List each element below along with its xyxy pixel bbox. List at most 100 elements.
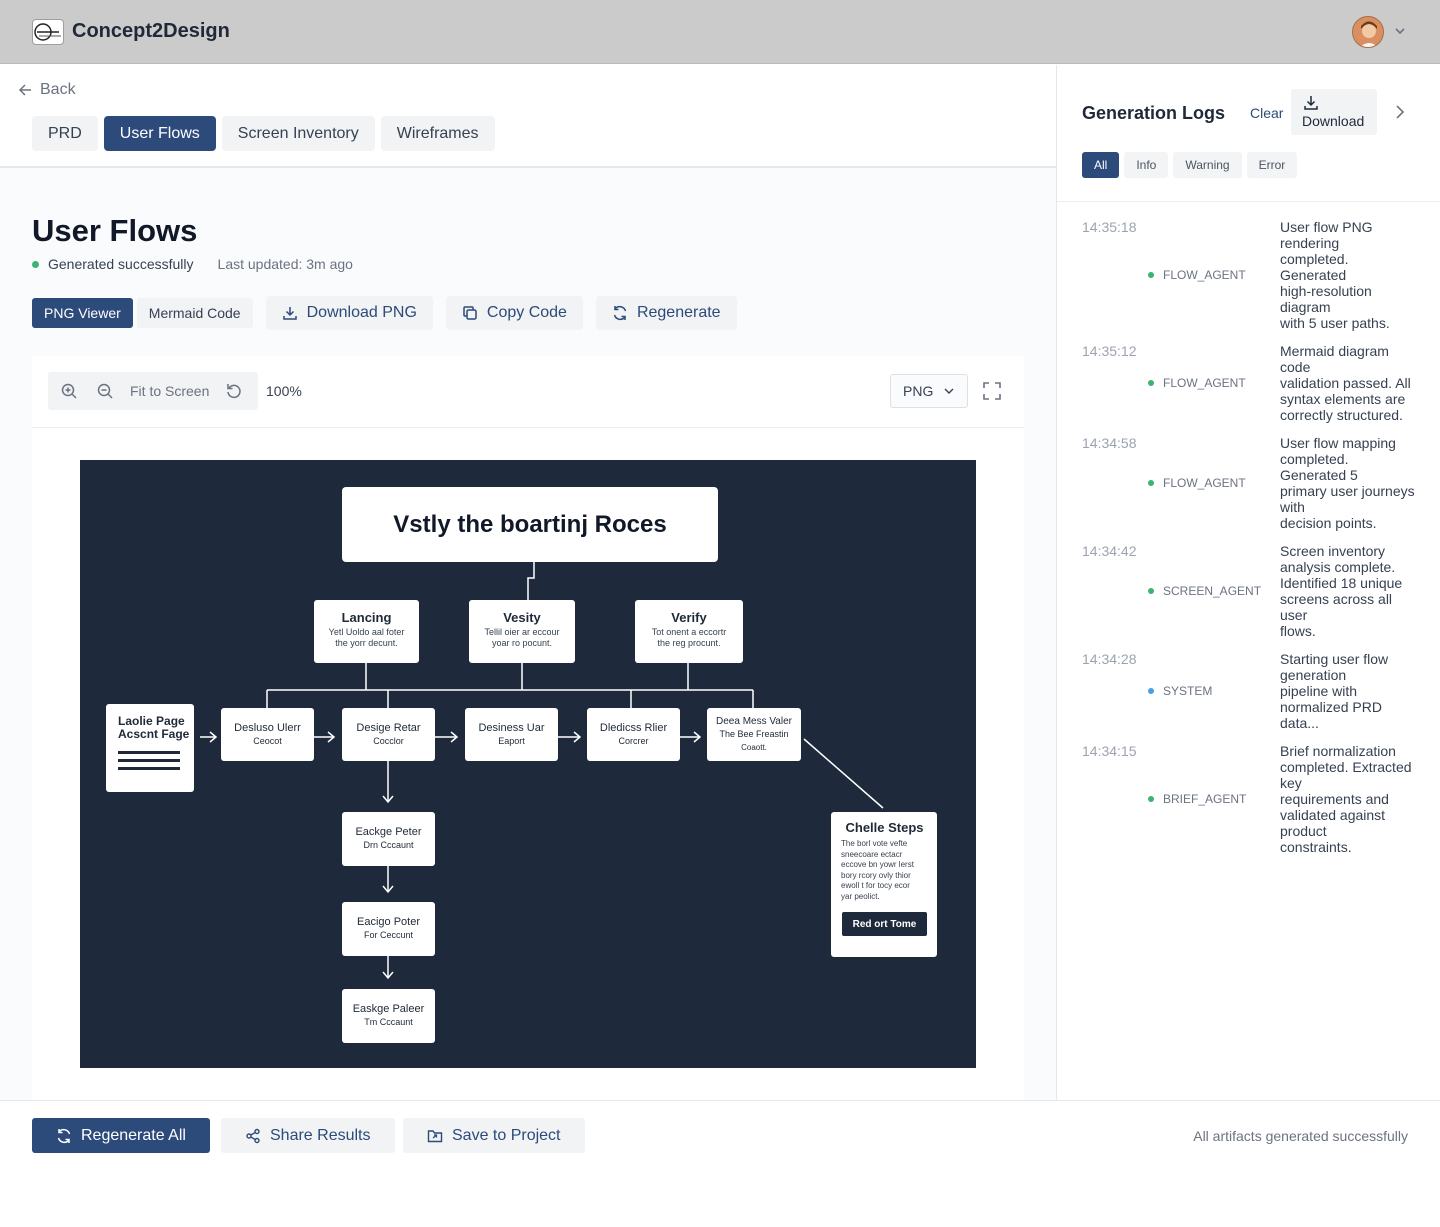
log-agent: SCREEN_AGENT xyxy=(1148,584,1261,598)
filter-warning[interactable]: Warning xyxy=(1173,152,1242,178)
log-filters: All Info Warning Error xyxy=(1082,152,1298,178)
agent-name: FLOW_AGENT xyxy=(1163,376,1246,390)
diagram-node: Desiness Uar Eaport xyxy=(465,708,558,761)
share-icon xyxy=(246,1128,260,1143)
diagram-side-node: Chelle Steps The borl vote vefte sneecoa… xyxy=(831,812,937,957)
node-text: For Ceccunt xyxy=(363,930,414,940)
log-message-line: User flow mapping xyxy=(1280,435,1396,451)
top-bar: Concept2Design xyxy=(0,0,1440,64)
node-text: the reg procunt. xyxy=(657,638,721,648)
filter-all[interactable]: All xyxy=(1082,152,1120,178)
status-dot xyxy=(32,260,39,268)
format-value: PNG xyxy=(903,383,934,399)
log-agent: FLOW_AGENT xyxy=(1148,268,1246,282)
tab-prd[interactable]: PRD xyxy=(32,116,98,151)
logs-title: Generation Logs xyxy=(1082,103,1226,123)
viewer-toolbar: Fit to Screen 100% PNG xyxy=(32,356,1024,428)
regenerate-label: Regenerate xyxy=(636,304,721,321)
log-message-line: completed. Extracted xyxy=(1280,759,1412,775)
app-logo[interactable] xyxy=(32,19,64,45)
log-message-line: correctly structured. xyxy=(1280,407,1403,423)
status-text: Generated successfully xyxy=(48,256,194,272)
filter-error[interactable]: Error xyxy=(1246,152,1298,178)
diagram-title-node: Vstly the boartinj Roces xyxy=(342,487,718,562)
node-text: Desiness Uar xyxy=(478,721,545,734)
tab-user-flows[interactable]: User Flows xyxy=(103,116,216,151)
diagram-node: Easkge Paleer Tm Cccaunt xyxy=(342,989,435,1043)
copy-icon xyxy=(463,306,477,320)
regenerate-button[interactable]: Regenerate xyxy=(595,296,737,330)
node-text: Acscnt Fage xyxy=(118,727,190,741)
agent-name: FLOW_AGENT xyxy=(1163,268,1246,282)
arrow-left-icon xyxy=(18,84,31,96)
reset-zoom-icon[interactable] xyxy=(225,382,243,400)
user-avatar[interactable] xyxy=(1352,16,1384,48)
node-text: eccove bn yowr lerst xyxy=(841,860,914,869)
log-message-line: Generated xyxy=(1280,267,1347,283)
tab-wireframes[interactable]: Wireframes xyxy=(380,116,495,151)
log-message-line: with 5 user paths. xyxy=(1280,315,1390,331)
node-text: Yetl Uoldo aal foter xyxy=(328,627,405,637)
diagram-node: Eacigo Poter For Ceccunt xyxy=(342,902,435,956)
log-message: User flow PNG rendering completed. Generate… xyxy=(1280,219,1420,331)
save-to-project-button[interactable]: Save to Project xyxy=(403,1118,585,1153)
copy-code-label: Copy Code xyxy=(486,304,567,321)
chevron-down-icon[interactable] xyxy=(1393,24,1407,38)
fullscreen-icon[interactable] xyxy=(983,382,1001,400)
log-message-line: syntax elements are xyxy=(1280,391,1406,407)
download-icon xyxy=(282,307,297,320)
log-message-line: high-resolution xyxy=(1280,283,1372,299)
chevron-down-icon xyxy=(944,388,954,394)
log-message-line: validation passed. All xyxy=(1280,375,1411,391)
log-message: Starting user flow generation pipeline wit… xyxy=(1280,651,1420,731)
log-message-line: Mermaid diagram xyxy=(1280,343,1389,359)
clear-logs-button[interactable]: Clear xyxy=(1250,105,1283,121)
log-entry: 14:34:58 FLOW_AGENT User flow mapping compl… xyxy=(1057,435,1440,531)
log-agent: FLOW_AGENT xyxy=(1148,376,1246,390)
log-message-line: with xyxy=(1280,499,1305,515)
node-text: ewoll t for tocy ecor xyxy=(841,881,910,890)
log-message-line: Brief normalization xyxy=(1280,743,1396,759)
log-message-line: validated against xyxy=(1280,807,1386,823)
log-agent: BRIEF_AGENT xyxy=(1148,792,1246,806)
fit-to-screen-button[interactable]: Fit to Screen xyxy=(130,383,209,399)
node-text: Corcrer xyxy=(618,735,649,746)
log-message-line: User flow PNG xyxy=(1280,219,1373,235)
tab-screen-inventory[interactable]: Screen Inventory xyxy=(221,116,375,151)
zoom-out-icon[interactable] xyxy=(96,382,114,400)
agent-status-dot xyxy=(1148,272,1154,278)
regenerate-all-button[interactable]: Regenerate All xyxy=(32,1118,210,1153)
download-png-button[interactable]: Download PNG xyxy=(265,296,433,330)
mermaid-code-toggle[interactable]: Mermaid Code xyxy=(136,298,253,328)
save-to-project-label: Save to Project xyxy=(452,1126,561,1144)
node-text: Dledicss Rlier xyxy=(599,721,668,734)
log-message-line: requirements and xyxy=(1280,791,1389,807)
log-message-line: Identified 18 unique xyxy=(1280,575,1403,591)
log-timestamp: 14:35:12 xyxy=(1082,343,1137,359)
share-results-button[interactable]: Share Results xyxy=(221,1118,395,1153)
diagram-node: Dledicss Rlier Corcrer xyxy=(587,708,680,761)
copy-code-button[interactable]: Copy Code xyxy=(445,296,583,330)
bottom-action-bar: Regenerate All Share Results Save to Pro… xyxy=(0,1100,1440,1227)
diagram-node: Desige Retar Cocclor xyxy=(342,708,435,761)
diagram-node: Verify Tot onent a eccortr the reg procu… xyxy=(635,600,743,663)
download-icon xyxy=(1304,96,1318,110)
node-text: The borl vote vefte xyxy=(841,839,908,848)
png-viewer-toggle[interactable]: PNG Viewer xyxy=(32,298,133,328)
filter-info[interactable]: Info xyxy=(1124,152,1169,178)
download-logs-button[interactable]: Download xyxy=(1291,89,1377,135)
log-message: User flow mapping completed. Generated 5 pr… xyxy=(1280,435,1420,531)
node-title: Chelle Steps xyxy=(845,820,924,835)
node-text: the yorr decunt. xyxy=(335,638,398,648)
refresh-icon xyxy=(613,305,627,321)
log-message-line: diagram xyxy=(1280,299,1331,315)
chevron-right-icon[interactable] xyxy=(1393,104,1407,120)
log-timestamp: 14:34:58 xyxy=(1082,435,1137,451)
diagram-node: Lancing Yetl Uoldo aal foter the yorr de… xyxy=(314,600,419,663)
format-select[interactable]: PNG xyxy=(890,374,968,408)
node-button: Red ort Tome xyxy=(842,912,927,936)
node-text: Desige Retar xyxy=(356,721,421,734)
zoom-in-icon[interactable] xyxy=(60,382,78,400)
back-link[interactable]: Back xyxy=(18,81,76,99)
node-text: Drn Cccaunt xyxy=(363,840,414,850)
